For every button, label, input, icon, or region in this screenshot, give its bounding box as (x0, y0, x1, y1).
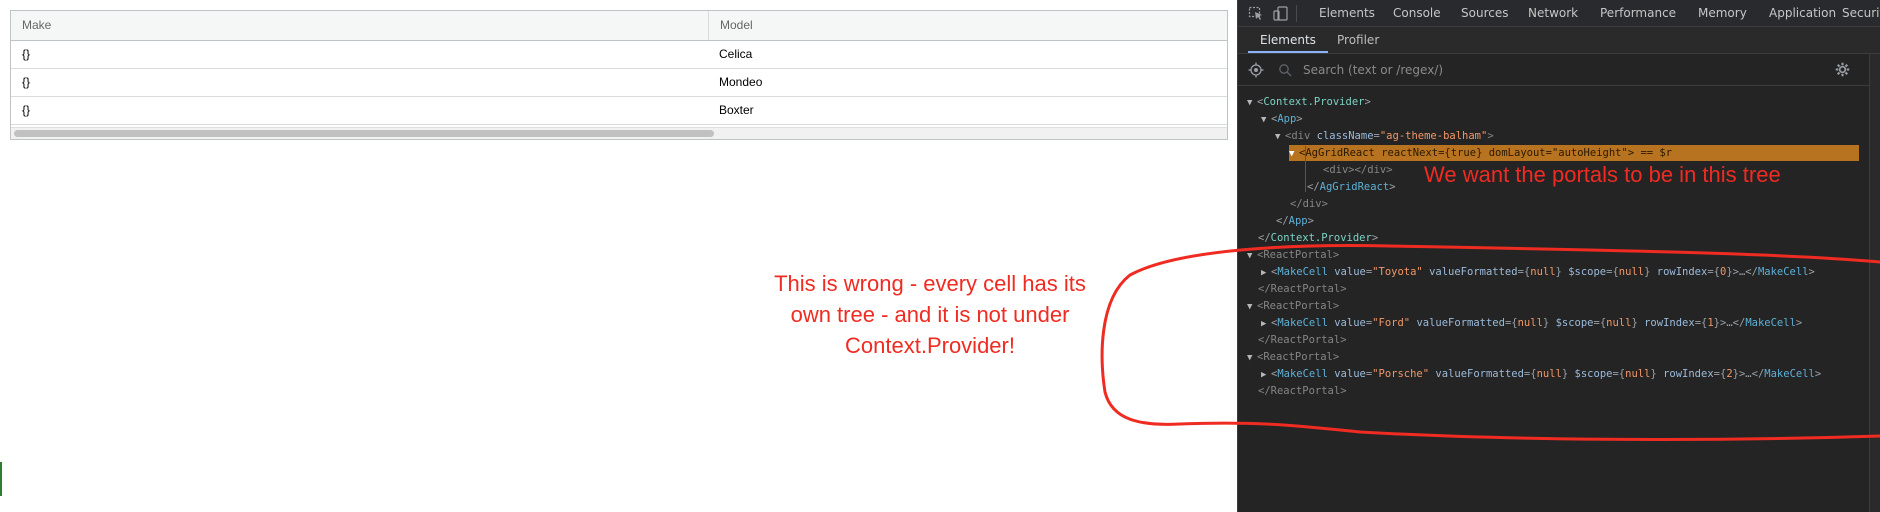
tree-node-div[interactable]: ▼ <div className="ag-theme-balham"> (1275, 128, 1494, 145)
tab-performance[interactable]: Performance (1600, 0, 1676, 27)
tree-node-react-portal[interactable]: ▼ <ReactPortal> (1247, 247, 1339, 264)
tree-node-react-portal-close: </ReactPortal> (1258, 283, 1347, 295)
toolbar-divider (1296, 5, 1297, 22)
grid-header: Make Model (11, 11, 1227, 41)
tree-node-makecell[interactable]: ▶ <MakeCell value="Porsche" valueFormatte… (1261, 366, 1821, 383)
tree-node-react-portal-close: </ReactPortal> (1258, 385, 1347, 397)
devtools-toolbar: Elements Console Sources Network Perform… (1238, 0, 1880, 27)
column-header-model[interactable]: Model (708, 11, 1227, 40)
model-cell[interactable]: Boxter (708, 97, 1227, 124)
annotation-wrong-tree: This is wrong - every cell has its own t… (740, 268, 1120, 361)
table-row[interactable]: {} Mondeo (11, 69, 1227, 97)
make-cell[interactable]: {} (11, 41, 708, 68)
expand-arrow-icon[interactable]: ▼ (1261, 112, 1271, 129)
annotation-line: This is wrong - every cell has its (774, 271, 1086, 296)
tab-security[interactable]: Securit (1842, 0, 1880, 27)
search-input[interactable] (1303, 60, 1783, 80)
tab-profiler[interactable]: Profiler (1337, 27, 1379, 53)
tab-application[interactable]: Application (1769, 0, 1836, 27)
tree-node-inner-div[interactable]: <div></div> (1323, 162, 1393, 179)
scrollbar-thumb[interactable] (14, 130, 714, 137)
tree-node-makecell[interactable]: ▶ <MakeCell value="Ford" valueFormatted={… (1261, 315, 1802, 332)
expand-arrow-icon[interactable]: ▼ (1247, 95, 1257, 112)
tab-elements[interactable]: Elements (1319, 0, 1375, 27)
react-devtools-tabs: Elements Profiler (1238, 27, 1880, 54)
tab-memory[interactable]: Memory (1698, 0, 1747, 27)
data-grid: Make Model {} Celica {} Mondeo {} Boxter (10, 10, 1228, 140)
gear-icon[interactable] (1835, 62, 1850, 77)
horizontal-scrollbar[interactable] (11, 127, 1227, 139)
component-search-bar (1238, 54, 1880, 86)
collapse-arrow-icon[interactable]: ▶ (1261, 265, 1271, 282)
expand-arrow-icon[interactable]: ▼ (1275, 129, 1285, 146)
collapse-arrow-icon[interactable]: ▶ (1261, 367, 1271, 384)
edge-marker (0, 462, 2, 496)
tree-guide-line (1305, 146, 1306, 192)
tree-node-react-portal[interactable]: ▼ <ReactPortal> (1247, 298, 1339, 315)
expand-arrow-icon[interactable]: ▼ (1247, 350, 1257, 367)
table-row[interactable]: {} Boxter (11, 97, 1227, 125)
tab-react-elements[interactable]: Elements (1248, 27, 1328, 53)
column-header-make[interactable]: Make (11, 11, 708, 40)
table-row[interactable]: {} Celica (11, 41, 1227, 69)
annotation-line: Context.Provider! (845, 333, 1015, 358)
tree-node-makecell[interactable]: ▶ <MakeCell value="Toyota" valueFormatted… (1261, 264, 1815, 281)
page-content: Make Model {} Celica {} Mondeo {} Boxter… (0, 0, 1237, 512)
tree-node-aggridreact-close: </AgGridReact> (1307, 181, 1396, 193)
side-pane-edge[interactable] (1869, 54, 1880, 512)
collapse-arrow-icon[interactable]: ▶ (1261, 316, 1271, 333)
tree-node-context-provider-close: </Context.Provider> (1258, 232, 1379, 244)
model-cell[interactable]: Mondeo (708, 69, 1227, 96)
tree-node-app[interactable]: ▼ <App> (1261, 111, 1303, 128)
inspect-icon[interactable] (1248, 6, 1264, 21)
tree-node-aggridreact-selected[interactable]: ▼ <AgGridReact reactNext={true} domLayout… (1289, 145, 1859, 161)
locate-icon[interactable] (1248, 62, 1264, 78)
tab-sources[interactable]: Sources (1461, 0, 1508, 27)
make-cell[interactable]: {} (11, 69, 708, 96)
tree-node-app-close: </App> (1276, 215, 1314, 227)
devtools-panel: Elements Console Sources Network Perform… (1237, 0, 1880, 512)
expand-arrow-icon[interactable]: ▼ (1247, 299, 1257, 316)
annotation-line: own tree - and it is not under (790, 302, 1070, 327)
tree-node-react-portal-close: </ReactPortal> (1258, 334, 1347, 346)
model-cell[interactable]: Celica (708, 41, 1227, 68)
device-toggle-icon[interactable] (1273, 6, 1289, 21)
make-cell[interactable]: {} (11, 97, 708, 124)
tree-node-react-portal[interactable]: ▼ <ReactPortal> (1247, 349, 1339, 366)
tree-node-div-close: </div> (1290, 198, 1328, 210)
expand-arrow-icon[interactable]: ▼ (1247, 248, 1257, 265)
tab-console[interactable]: Console (1393, 0, 1441, 27)
tab-network[interactable]: Network (1528, 0, 1578, 27)
tree-node-context-provider[interactable]: ▼ <Context.Provider> (1247, 94, 1371, 111)
annotation-desired-tree: We want the portals to be in this tree (1424, 162, 1781, 187)
expand-arrow-icon[interactable]: ▼ (1289, 146, 1299, 162)
search-icon (1279, 64, 1292, 77)
